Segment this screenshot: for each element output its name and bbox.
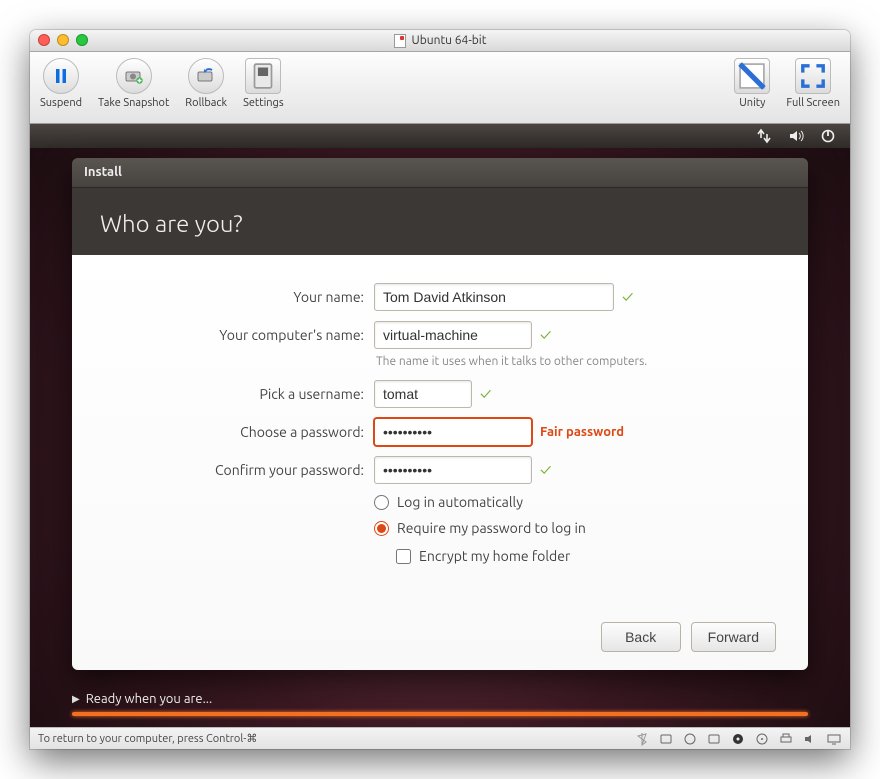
check-icon: ✓ [622, 288, 633, 306]
check-icon: ✓ [540, 326, 551, 344]
fullscreen-icon [795, 58, 831, 94]
login-auto-label: Log in automatically [397, 494, 523, 510]
installer-window: Install Who are you? Your name: ✓ Your c… [72, 158, 808, 670]
display-icon[interactable] [826, 731, 842, 747]
encrypt-home-option[interactable]: Encrypt my home folder [374, 548, 776, 564]
password-input[interactable] [374, 418, 532, 446]
unity-label: Unity [739, 97, 765, 109]
vmware-toolbar: Suspend Take Snapshot Rollback Settings [30, 52, 850, 124]
username-input[interactable] [374, 380, 472, 408]
minimize-button[interactable] [57, 34, 69, 46]
progress-label: Ready when you are... [86, 692, 212, 706]
unity-button[interactable]: Unity [734, 58, 770, 109]
fullscreen-button[interactable]: Full Screen [786, 58, 840, 109]
network-icon[interactable] [756, 128, 772, 144]
take-snapshot-button[interactable]: Take Snapshot [98, 58, 169, 109]
power-icon[interactable] [820, 128, 836, 144]
encrypt-home-label: Encrypt my home folder [419, 548, 570, 564]
settings-button[interactable]: Settings [243, 58, 284, 109]
progress-bar [72, 712, 808, 716]
guest-display: Install Who are you? Your name: ✓ Your c… [30, 124, 850, 727]
disk-icon[interactable] [754, 731, 770, 747]
installer-title: Install [84, 165, 122, 179]
snapshot-label: Take Snapshot [98, 97, 169, 109]
cd-icon[interactable] [730, 731, 746, 747]
installer-titlebar: Install [72, 158, 808, 188]
back-button[interactable]: Back [601, 622, 681, 652]
sound-status-icon[interactable] [802, 731, 818, 747]
password-label: Choose a password: [104, 424, 364, 440]
forward-button[interactable]: Forward [691, 622, 776, 652]
vm-device-icons [634, 731, 842, 747]
login-auto-option[interactable]: Log in automatically [374, 494, 776, 510]
login-auto-radio[interactable] [374, 495, 389, 510]
computer-name-label: Your computer's name: [104, 327, 364, 343]
pause-icon [43, 58, 79, 94]
encrypt-home-checkbox[interactable] [396, 549, 411, 564]
vm-document-icon [394, 34, 406, 48]
window-title-text: Ubuntu 64-bit [412, 34, 487, 47]
username-label: Pick a username: [104, 386, 364, 402]
volume-icon[interactable] [788, 128, 804, 144]
rollback-button[interactable]: Rollback [185, 58, 227, 109]
fullscreen-label: Full Screen [786, 97, 840, 109]
user-form: Your name: ✓ Your computer's name: ✓ The… [104, 283, 776, 564]
installer-heading: Who are you? [72, 188, 808, 255]
require-password-label: Require my password to log in [397, 520, 586, 536]
rollback-icon [188, 58, 224, 94]
bluetooth-icon[interactable] [634, 731, 650, 747]
switch-icon [245, 58, 281, 94]
mac-titlebar: Ubuntu 64-bit [30, 30, 850, 52]
vmware-window: Ubuntu 64-bit Suspend Take Snapshot [30, 30, 850, 749]
window-controls [38, 34, 88, 46]
hdd-icon[interactable] [658, 731, 674, 747]
your-name-input[interactable] [374, 283, 614, 311]
check-icon: ✓ [480, 385, 491, 403]
computer-name-hint: The name it uses when it talks to other … [376, 355, 776, 368]
computer-name-input[interactable] [374, 321, 532, 349]
vmware-statusbar: To return to your computer, press Contro… [30, 727, 850, 749]
close-button[interactable] [38, 34, 50, 46]
suspend-button[interactable]: Suspend [40, 58, 82, 109]
unity-icon [734, 58, 770, 94]
password-strength: Fair password [540, 425, 624, 439]
window-title: Ubuntu 64-bit [394, 34, 487, 48]
installer-nav-buttons: Back Forward [104, 604, 776, 652]
installer-body: Your name: ✓ Your computer's name: ✓ The… [72, 255, 808, 670]
require-password-option[interactable]: Require my password to log in [374, 520, 776, 536]
statusbar-hint: To return to your computer, press Contro… [38, 732, 257, 745]
settings-label: Settings [243, 97, 284, 109]
zoom-button[interactable] [76, 34, 88, 46]
camera-plus-icon [116, 58, 152, 94]
disclosure-triangle-icon: ▶ [72, 693, 80, 705]
suspend-label: Suspend [40, 97, 82, 109]
ubuntu-menubar [30, 124, 850, 148]
check-icon: ✓ [540, 461, 551, 479]
printer-icon[interactable] [778, 731, 794, 747]
usb-icon[interactable] [706, 731, 722, 747]
confirm-password-label: Confirm your password: [104, 462, 364, 478]
require-password-radio[interactable] [374, 521, 389, 536]
progress-disclosure[interactable]: ▶ Ready when you are... [72, 692, 808, 706]
your-name-label: Your name: [104, 289, 364, 305]
network-adapter-icon[interactable] [682, 731, 698, 747]
rollback-label: Rollback [185, 97, 227, 109]
confirm-password-input[interactable] [374, 456, 532, 484]
install-progress: ▶ Ready when you are... [72, 682, 808, 720]
